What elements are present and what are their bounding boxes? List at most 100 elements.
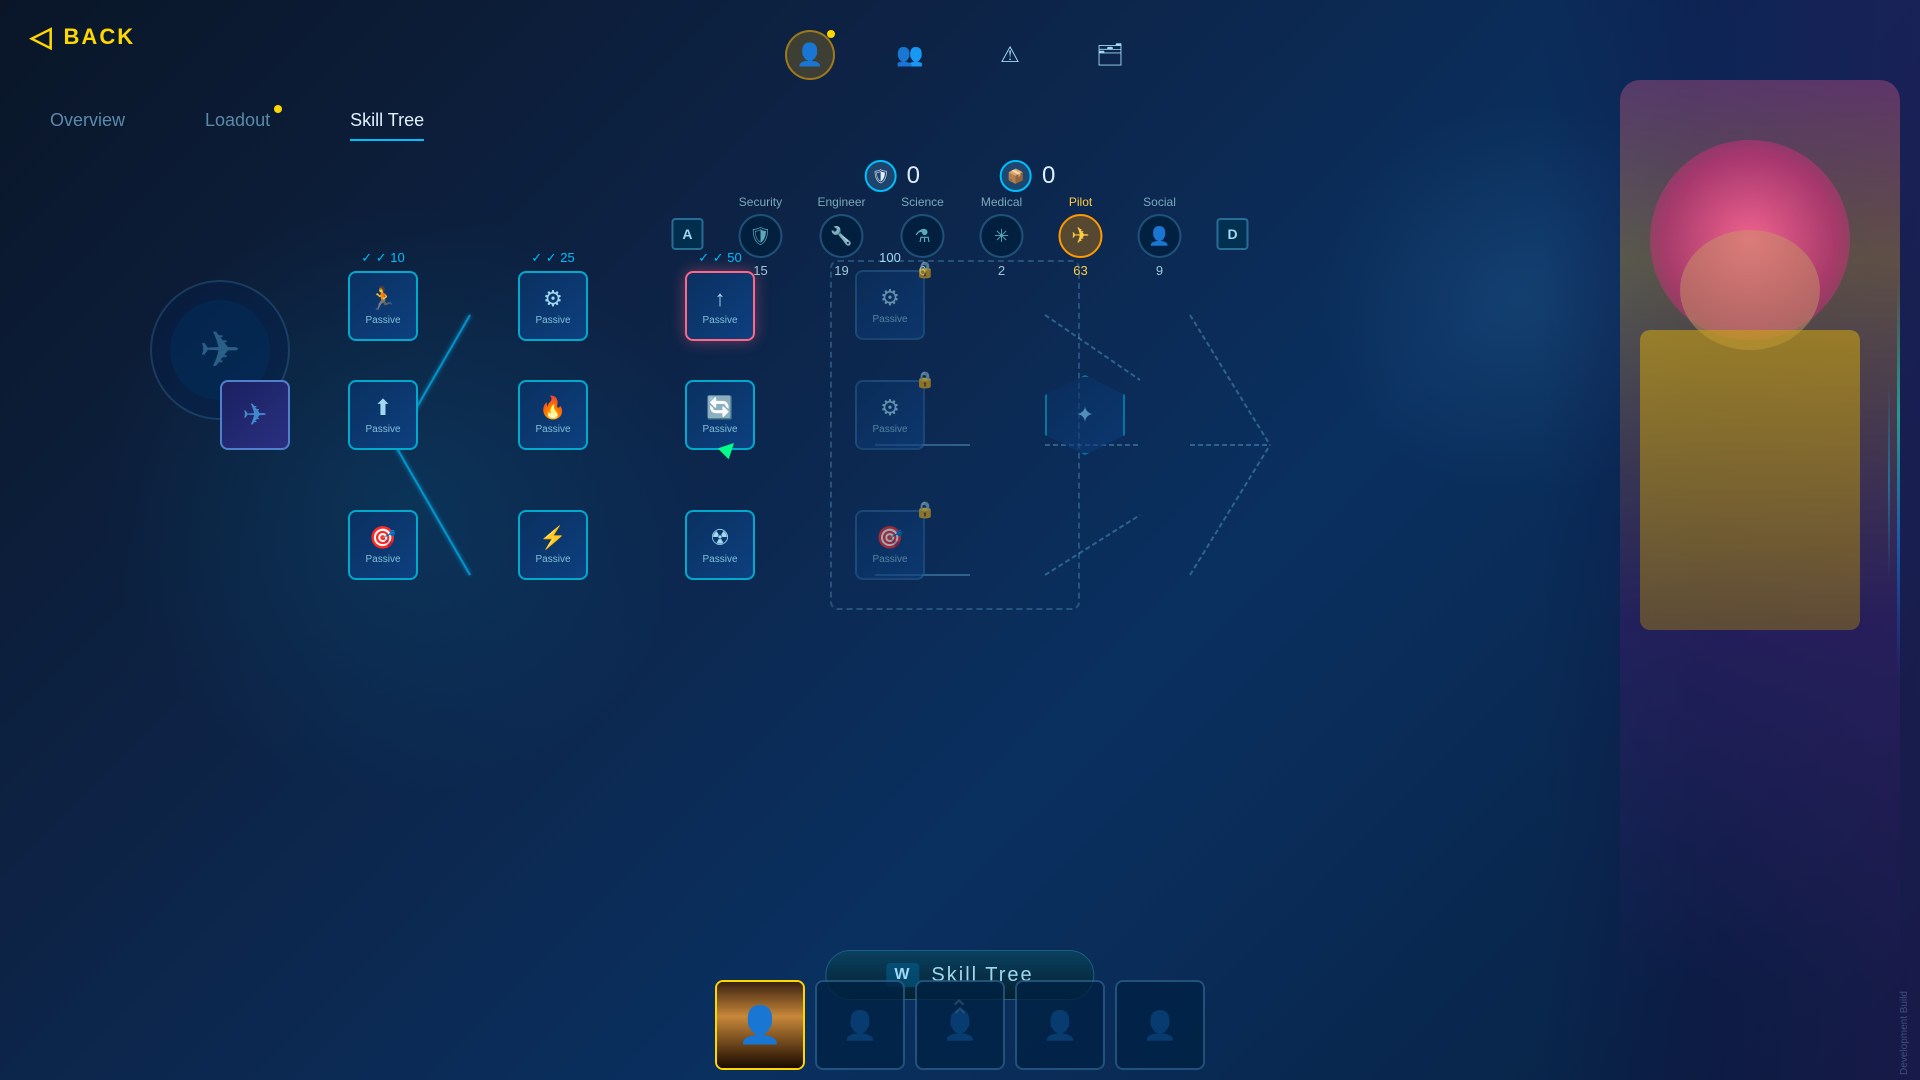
info-nav-icon: ⚠ xyxy=(1000,42,1020,68)
tab-skill-tree[interactable]: Skill Tree xyxy=(350,110,424,141)
currency-2: 📦 0 xyxy=(1000,160,1055,192)
currency-1-value: 0 xyxy=(907,162,920,190)
node-2-4-box[interactable]: 🔒 ⚙ Passive xyxy=(855,380,925,450)
start-icon: ✈ xyxy=(220,380,290,450)
node-1-2-box[interactable]: ⚙ Passive xyxy=(518,271,588,341)
skill-cat-pilot[interactable]: Pilot ✈ 63 xyxy=(1059,195,1103,278)
node-3-4-icon: 🎯 xyxy=(876,525,903,551)
node-3-2-icon: ⚡ xyxy=(539,525,566,551)
node-2-4[interactable]: 🔒 ⚙ Passive xyxy=(855,380,925,450)
node-2-2-icon: 🔥 xyxy=(539,395,566,421)
node-2-3[interactable]: 🔄 Passive xyxy=(685,380,755,450)
character-nav-icon: 👤 xyxy=(796,42,823,68)
node-3-3-box[interactable]: ☢ Passive xyxy=(685,510,755,580)
node-1-4-level: 100 xyxy=(879,250,901,265)
node-3-1-box[interactable]: 🎯 Passive xyxy=(348,510,418,580)
tab-overview[interactable]: Overview xyxy=(50,110,125,141)
node-2-1-box[interactable]: ⬆ Passive xyxy=(348,380,418,450)
medical-value: 2 xyxy=(998,263,1005,278)
node-1-2[interactable]: ✓ 25 ⚙ Passive xyxy=(518,250,588,341)
node-3-2-box[interactable]: ⚡ Passive xyxy=(518,510,588,580)
node-1-1-label: Passive xyxy=(365,315,400,326)
node-1-1-level: ✓ 10 xyxy=(361,250,404,266)
char-slot-3[interactable]: 👤 xyxy=(915,980,1005,1070)
hex-node[interactable]: 🔒 ✦ xyxy=(1045,375,1125,455)
node-1-4-label: Passive xyxy=(872,314,907,325)
node-3-4[interactable]: 🔒 🎯 Passive xyxy=(855,510,925,580)
node-2-4-label: Passive xyxy=(872,424,907,435)
security-label: Security xyxy=(739,195,782,209)
node-2-1-icon: ⬆ xyxy=(374,395,392,421)
node-1-4[interactable]: 100 🔒 ⚙ Passive xyxy=(855,250,925,340)
lock-2-4-icon: 🔒 xyxy=(915,370,935,390)
node-3-3-icon: ☢ xyxy=(710,525,730,551)
node-1-3-label: Passive xyxy=(702,315,737,326)
security-value: 15 xyxy=(753,263,767,278)
node-1-4-box[interactable]: 🔒 ⚙ Passive xyxy=(855,270,925,340)
node-3-3-label: Passive xyxy=(702,554,737,565)
node-1-4-icon: ⚙ xyxy=(880,285,900,311)
social-value: 9 xyxy=(1156,263,1163,278)
node-3-1[interactable]: 🎯 Passive xyxy=(348,510,418,580)
char-slot-1[interactable]: 👤 xyxy=(715,980,805,1070)
social-icon: 👤 xyxy=(1138,214,1182,258)
key-d-label: D xyxy=(1217,218,1249,250)
loadout-dot xyxy=(274,105,282,113)
node-3-1-icon: 🎯 xyxy=(369,525,396,551)
char-slot-4[interactable]: 👤 xyxy=(1015,980,1105,1070)
nav-folder[interactable]: 🗂 xyxy=(1085,30,1135,80)
node-2-2[interactable]: 🔥 Passive xyxy=(518,380,588,450)
skill-tree-area: ✈ ✓ 10 🏃 Passive ✓ 25 ⚙ Passive ✓ 50 ↑ P… xyxy=(200,280,1540,640)
currency-1: 🛡 0 xyxy=(865,160,920,192)
back-button[interactable]: ◁ BACK xyxy=(30,20,135,53)
char-slot-5[interactable]: 👤 xyxy=(1115,980,1205,1070)
team-nav-icon: 👥 xyxy=(896,42,923,68)
tab-loadout[interactable]: Loadout xyxy=(205,110,270,141)
medical-label: Medical xyxy=(981,195,1022,209)
nav-info[interactable]: ⚠ xyxy=(985,30,1035,80)
hex-box[interactable]: 🔒 ✦ xyxy=(1045,375,1125,455)
social-label: Social xyxy=(1143,195,1176,209)
node-1-3[interactable]: ✓ 50 ↑ Passive xyxy=(685,250,755,341)
node-2-2-box[interactable]: 🔥 Passive xyxy=(518,380,588,450)
folder-nav-icon: 🗂 xyxy=(1096,42,1124,68)
node-1-1-box[interactable]: 🏃 Passive xyxy=(348,271,418,341)
node-3-2[interactable]: ⚡ Passive xyxy=(518,510,588,580)
node-3-4-box[interactable]: 🔒 🎯 Passive xyxy=(855,510,925,580)
char-slot-5-empty: 👤 xyxy=(1117,982,1203,1068)
node-1-1[interactable]: ✓ 10 🏃 Passive xyxy=(348,250,418,341)
start-node[interactable]: ✈ xyxy=(220,380,290,450)
nav-team[interactable]: 👥 xyxy=(885,30,935,80)
hex-lock-icon: 🔒 xyxy=(1111,367,1128,384)
character-right-panel xyxy=(1540,0,1920,1080)
nav-character[interactable]: 👤 xyxy=(785,30,835,80)
pilot-label: Pilot xyxy=(1069,195,1092,209)
char-slots: 👤 👤 👤 👤 👤 xyxy=(715,980,1205,1070)
node-2-3-box[interactable]: 🔄 Passive xyxy=(685,380,755,450)
loadout-label: Loadout xyxy=(205,110,270,130)
lock-1-4-icon: 🔒 xyxy=(915,260,935,280)
skill-categories: A Security 🛡 15 Engineer 🔧 19 Science ⚗ … xyxy=(671,195,1248,278)
node-3-3[interactable]: ☢ Passive xyxy=(685,510,755,580)
key-a-label: A xyxy=(671,218,703,250)
skill-cat-key-d[interactable]: D xyxy=(1217,195,1249,273)
node-2-1[interactable]: ⬆ Passive xyxy=(348,380,418,450)
node-1-2-level: ✓ 25 xyxy=(531,250,574,266)
skill-tree-label: Skill Tree xyxy=(350,110,424,130)
science-label: Science xyxy=(901,195,944,209)
char-slot-3-empty: 👤 xyxy=(917,982,1003,1068)
node-1-3-box[interactable]: ↑ Passive xyxy=(685,271,755,341)
node-2-4-icon: ⚙ xyxy=(880,395,900,421)
skill-cat-social[interactable]: Social 👤 9 xyxy=(1138,195,1182,278)
char-slot-2[interactable]: 👤 xyxy=(815,980,905,1070)
node-1-3-level: ✓ 50 xyxy=(698,250,741,266)
engineer-label: Engineer xyxy=(817,195,865,209)
back-label: BACK xyxy=(64,24,136,50)
node-1-1-icon: 🏃 xyxy=(369,286,396,312)
node-3-4-label: Passive xyxy=(872,554,907,565)
node-2-2-label: Passive xyxy=(535,424,570,435)
char-avatar-1: 👤 xyxy=(717,982,803,1068)
node-1-2-label: Passive xyxy=(535,315,570,326)
skill-cat-medical[interactable]: Medical ✳ 2 xyxy=(980,195,1024,278)
currency-1-icon: 🛡 xyxy=(865,160,897,192)
